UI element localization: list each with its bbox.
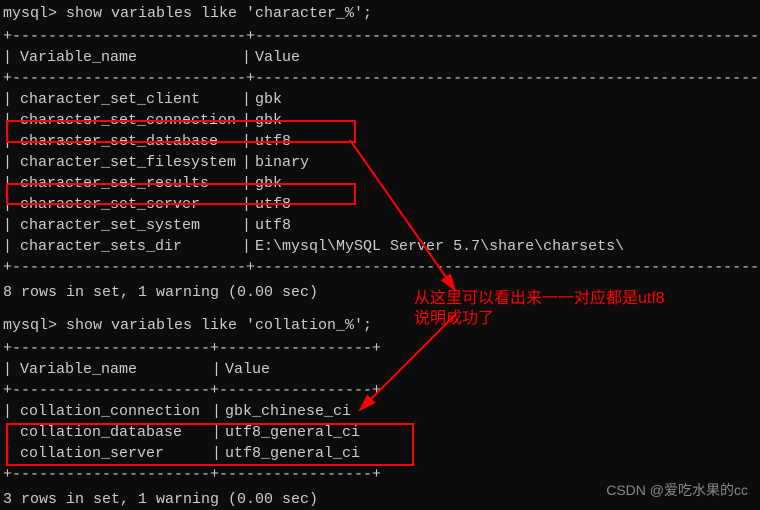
table2-header-row: |Variable_name|Value xyxy=(3,359,757,380)
pipe: | xyxy=(3,424,12,441)
pipe: | xyxy=(242,238,251,255)
sql-prompt-1: mysql> show variables like 'character_%'… xyxy=(3,3,757,24)
table1-border-head: +--------------------------+------------… xyxy=(3,68,757,89)
pipe: | xyxy=(242,217,251,234)
cell: gbk_chinese_ci xyxy=(221,401,351,422)
cell: gbk xyxy=(251,173,282,194)
pipe: | xyxy=(3,217,12,234)
table-row: |character_set_connection|gbk xyxy=(3,110,757,131)
cell: collation_connection xyxy=(12,401,212,422)
pipe: | xyxy=(3,133,12,150)
cell: utf8 xyxy=(251,194,291,215)
table-row: |character_set_results|gbk xyxy=(3,173,757,194)
cell: utf8 xyxy=(251,131,291,152)
cell: character_set_connection xyxy=(12,110,242,131)
table-row: |character_set_client|gbk xyxy=(3,89,757,110)
cell: character_set_client xyxy=(12,89,242,110)
sql-prompt-2: mysql> show variables like 'collation_%'… xyxy=(3,315,757,336)
cell: E:\mysql\MySQL Server 5.7\share\charsets… xyxy=(251,236,624,257)
pipe: | xyxy=(242,196,251,213)
pipe: | xyxy=(3,49,12,66)
table1-header-col1: Variable_name xyxy=(12,47,242,68)
table2-header-col1: Variable_name xyxy=(12,359,212,380)
cell: character_set_filesystem xyxy=(12,152,242,173)
table-row: |character_set_server|utf8 xyxy=(3,194,757,215)
result-1: 8 rows in set, 1 warning (0.00 sec) xyxy=(3,282,757,303)
cell: collation_server xyxy=(12,443,212,464)
result-text-1: 8 rows in set, 1 warning (0.00 sec) xyxy=(3,284,318,301)
pipe: | xyxy=(242,49,251,66)
pipe: | xyxy=(212,403,221,420)
cell: utf8_general_ci xyxy=(221,422,360,443)
result-text-2: 3 rows in set, 1 warning (0.00 sec) xyxy=(3,491,318,508)
pipe: | xyxy=(3,445,12,462)
cell: gbk xyxy=(251,89,282,110)
table-row: |collation_database|utf8_general_ci xyxy=(3,422,757,443)
pipe: | xyxy=(212,424,221,441)
table-row: |collation_connection|gbk_chinese_ci xyxy=(3,401,757,422)
pipe: | xyxy=(3,403,12,420)
pipe: | xyxy=(3,112,12,129)
pipe: | xyxy=(212,361,221,378)
cell: utf8 xyxy=(251,215,291,236)
pipe: | xyxy=(242,112,251,129)
pipe: | xyxy=(3,175,12,192)
pipe: | xyxy=(3,91,12,108)
cell: character_set_database xyxy=(12,131,242,152)
table-row: |character_sets_dir|E:\mysql\MySQL Serve… xyxy=(3,236,757,257)
table1-border-top: +--------------------------+------------… xyxy=(3,26,757,47)
pipe: | xyxy=(3,154,12,171)
pipe: | xyxy=(242,91,251,108)
table2-border-head: +----------------------+----------------… xyxy=(3,380,757,401)
table-row: |character_set_filesystem|binary xyxy=(3,152,757,173)
cell: utf8_general_ci xyxy=(221,443,360,464)
table-row: |character_set_system|utf8 xyxy=(3,215,757,236)
prompt-text-1: mysql> show variables like 'character_%'… xyxy=(3,5,372,22)
table2-header-col2: Value xyxy=(221,359,270,380)
cell: character_sets_dir xyxy=(12,236,242,257)
pipe: | xyxy=(242,154,251,171)
cell: collation_database xyxy=(12,422,212,443)
table1-header-row: |Variable_name|Value xyxy=(3,47,757,68)
pipe: | xyxy=(242,175,251,192)
table1-border-bottom: +--------------------------+------------… xyxy=(3,257,757,278)
pipe: | xyxy=(3,196,12,213)
cell: character_set_results xyxy=(12,173,242,194)
cell: character_set_system xyxy=(12,215,242,236)
pipe: | xyxy=(3,238,12,255)
pipe: | xyxy=(212,445,221,462)
watermark: CSDN @爱吃水果的cc xyxy=(606,481,748,501)
pipe: | xyxy=(3,361,12,378)
prompt-text-2: mysql> show variables like 'collation_%'… xyxy=(3,317,372,334)
table2-border-top: +----------------------+----------------… xyxy=(3,338,757,359)
cell: gbk xyxy=(251,110,282,131)
table-row: |collation_server|utf8_general_ci xyxy=(3,443,757,464)
cell: character_set_server xyxy=(12,194,242,215)
table-row: |character_set_database|utf8 xyxy=(3,131,757,152)
cell: binary xyxy=(251,152,309,173)
pipe: | xyxy=(242,133,251,150)
table1-header-col2: Value xyxy=(251,47,300,68)
